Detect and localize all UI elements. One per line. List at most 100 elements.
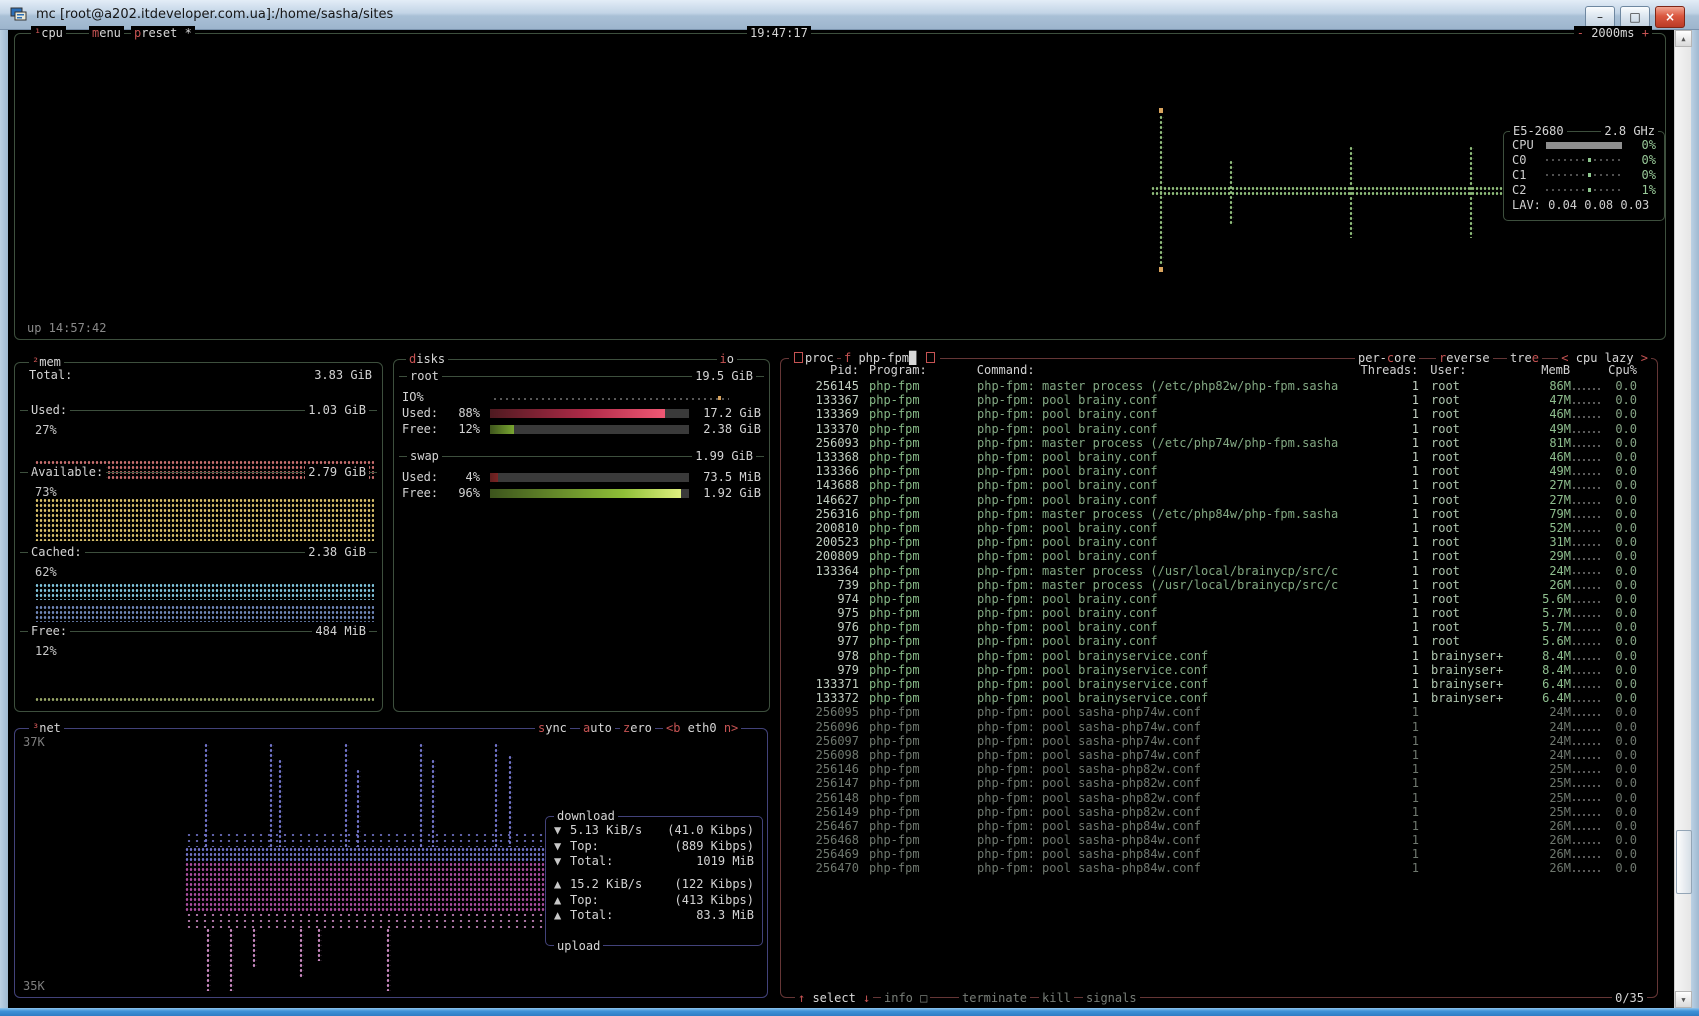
- process-row[interactable]: 256095php-fpmphp-fpm: pool sasha-php74w.…: [787, 705, 1651, 719]
- scrollbar-thumb[interactable]: [1676, 830, 1692, 894]
- memory-cell: 6.4M: [1523, 691, 1571, 705]
- memory-cell: 81M: [1523, 436, 1571, 450]
- process-row[interactable]: 256149php-fpmphp-fpm: pool sasha-php82w.…: [787, 805, 1651, 819]
- scroll-up-arrow-icon[interactable]: ▲: [1675, 30, 1692, 47]
- net-zero-button[interactable]: zero: [620, 721, 655, 735]
- process-row[interactable]: 200809php-fpmphp-fpm: pool brainy.conf1r…: [787, 549, 1651, 563]
- pid-cell: 739: [787, 578, 859, 592]
- process-row[interactable]: 256145php-fpmphp-fpm: master process (/e…: [787, 379, 1651, 393]
- process-row[interactable]: 256146php-fpmphp-fpm: pool sasha-php82w.…: [787, 762, 1651, 776]
- process-row[interactable]: 979php-fpmphp-fpm: pool brainyservice.co…: [787, 663, 1651, 677]
- user-cell: root: [1419, 450, 1523, 464]
- process-row[interactable]: 256147php-fpmphp-fpm: pool sasha-php82w.…: [787, 776, 1651, 790]
- command-cell: php-fpm: pool brainy.conf: [977, 521, 1339, 535]
- cpu-column-header[interactable]: Cpu%: [1608, 363, 1651, 377]
- reverse-toggle[interactable]: reverse: [1436, 351, 1493, 365]
- process-row[interactable]: 256148php-fpmphp-fpm: pool sasha-php82w.…: [787, 790, 1651, 804]
- cpu-box-title[interactable]: ¹cpu: [31, 26, 66, 40]
- process-row[interactable]: 256097php-fpmphp-fpm: pool sasha-php74w.…: [787, 734, 1651, 748]
- cpu-cell: 0.0: [1609, 407, 1651, 421]
- upload-spike: [299, 928, 304, 979]
- process-row[interactable]: 200810php-fpmphp-fpm: pool brainy.conf1r…: [787, 521, 1651, 535]
- cpu-usage-bar: [1546, 142, 1622, 149]
- terminal-scrollbar[interactable]: ▲ ▼: [1674, 30, 1691, 1008]
- core-usage-meter: [1546, 174, 1622, 176]
- menu-button[interactable]: menu: [89, 26, 124, 40]
- proc-box-title[interactable]: proc: [789, 351, 837, 365]
- command-cell: php-fpm: pool brainy.conf: [977, 422, 1339, 436]
- net-sync-button[interactable]: sync: [535, 721, 570, 735]
- process-row[interactable]: 133370php-fpmphp-fpm: pool brainy.conf1r…: [787, 422, 1651, 436]
- minimize-button[interactable]: –: [1585, 6, 1615, 28]
- process-row[interactable]: 256316php-fpmphp-fpm: master process (/e…: [787, 507, 1651, 521]
- per-core-toggle[interactable]: per-core: [1355, 351, 1419, 365]
- info-button[interactable]: info □: [881, 991, 930, 1005]
- process-row[interactable]: 977php-fpmphp-fpm: pool brainy.conf1root…: [787, 634, 1651, 648]
- process-row[interactable]: 133366php-fpmphp-fpm: pool brainy.conf1r…: [787, 464, 1651, 478]
- memory-mini-graph: [1571, 493, 1609, 507]
- process-row[interactable]: 974php-fpmphp-fpm: pool brainy.conf1root…: [787, 592, 1651, 606]
- disks-box-title[interactable]: disks: [406, 352, 448, 366]
- user-column-header[interactable]: User:: [1418, 363, 1522, 377]
- mem-box-title[interactable]: ²mem: [29, 355, 64, 369]
- process-row[interactable]: 256467php-fpmphp-fpm: pool sasha-php84w.…: [787, 819, 1651, 833]
- up-arrow-icon: ▲: [554, 908, 570, 923]
- terminate-button[interactable]: terminate: [959, 991, 1030, 1005]
- process-row[interactable]: 133372php-fpmphp-fpm: pool brainyservice…: [787, 691, 1651, 705]
- threads-column-header[interactable]: Threads:: [1338, 363, 1418, 377]
- memory-mini-graph: [1571, 847, 1609, 861]
- program-column-header[interactable]: Program:: [859, 363, 977, 377]
- net-interface-selector[interactable]: <b eth0 n>: [663, 721, 741, 735]
- process-row[interactable]: 256096php-fpmphp-fpm: pool sasha-php74w.…: [787, 720, 1651, 734]
- process-row[interactable]: 976php-fpmphp-fpm: pool brainy.conf1root…: [787, 620, 1651, 634]
- maximize-button[interactable]: □: [1620, 6, 1650, 28]
- close-button[interactable]: ×: [1655, 6, 1685, 28]
- process-row[interactable]: 256470php-fpmphp-fpm: pool sasha-php84w.…: [787, 861, 1651, 875]
- user-cell: root: [1419, 493, 1523, 507]
- process-row[interactable]: 133371php-fpmphp-fpm: pool brainyservice…: [787, 677, 1651, 691]
- process-row[interactable]: 256098php-fpmphp-fpm: pool sasha-php74w.…: [787, 748, 1651, 762]
- process-row[interactable]: 143688php-fpmphp-fpm: pool brainy.conf1r…: [787, 478, 1651, 492]
- user-cell: brainyser+: [1419, 691, 1523, 705]
- process-row[interactable]: 256468php-fpmphp-fpm: pool sasha-php84w.…: [787, 833, 1651, 847]
- net-auto-button[interactable]: auto: [580, 721, 615, 735]
- memory-cell: 49M: [1523, 422, 1571, 436]
- pid-column-header[interactable]: Pid:: [787, 363, 859, 377]
- command-cell: php-fpm: master process (/usr/local/brai…: [977, 578, 1339, 592]
- process-row[interactable]: 200523php-fpmphp-fpm: pool brainy.conf1r…: [787, 535, 1651, 549]
- memory-cell: 5.6M: [1523, 592, 1571, 606]
- process-row[interactable]: 256093php-fpmphp-fpm: master process (/e…: [787, 436, 1651, 450]
- cpu-cell: 0.0: [1609, 634, 1651, 648]
- program-cell: php-fpm: [859, 677, 977, 691]
- window-titlebar[interactable]: mc [root@a202.itdeveloper.com.ua]:/home/…: [0, 0, 1699, 30]
- process-row[interactable]: 133368php-fpmphp-fpm: pool brainy.conf1r…: [787, 450, 1651, 464]
- program-cell: php-fpm: [859, 691, 977, 705]
- sort-selector[interactable]: < cpu lazy >: [1558, 351, 1651, 365]
- process-count: 0/35: [1612, 991, 1647, 1005]
- process-row[interactable]: 975php-fpmphp-fpm: pool brainy.conf1root…: [787, 606, 1651, 620]
- mem-available-label: Available:: [28, 465, 106, 479]
- io-mode-button[interactable]: io: [717, 352, 737, 366]
- preset-button[interactable]: preset *: [131, 26, 195, 40]
- threads-cell: 1: [1339, 436, 1419, 450]
- process-row[interactable]: 739php-fpmphp-fpm: master process (/usr/…: [787, 578, 1651, 592]
- select-hint[interactable]: ↑ select ↓: [795, 991, 873, 1005]
- process-row[interactable]: 978php-fpmphp-fpm: pool brainyservice.co…: [787, 649, 1651, 663]
- scroll-down-arrow-icon[interactable]: ▼: [1675, 991, 1692, 1008]
- process-row[interactable]: 146627php-fpmphp-fpm: pool brainy.conf1r…: [787, 493, 1651, 507]
- process-filter-input[interactable]: f php-fpm█: [841, 351, 940, 365]
- download-title: download: [554, 809, 618, 823]
- process-row[interactable]: 133364php-fpmphp-fpm: master process (/u…: [787, 563, 1651, 577]
- process-row[interactable]: 133369php-fpmphp-fpm: pool brainy.conf1r…: [787, 407, 1651, 421]
- update-interval-control[interactable]: - 2000ms +: [1574, 26, 1652, 40]
- kill-button[interactable]: kill: [1039, 991, 1074, 1005]
- memory-mini-graph: [1571, 705, 1609, 719]
- tree-toggle[interactable]: tree: [1507, 351, 1542, 365]
- command-column-header[interactable]: Command:: [977, 363, 1339, 377]
- process-row[interactable]: 133367php-fpmphp-fpm: pool brainy.conf1r…: [787, 393, 1651, 407]
- memory-column-header[interactable]: MemB: [1522, 363, 1570, 377]
- net-box-title[interactable]: ³net: [29, 721, 64, 735]
- upload-speed: 15.2 KiB/s: [570, 877, 642, 892]
- signals-button[interactable]: signals: [1083, 991, 1140, 1005]
- process-row[interactable]: 256469php-fpmphp-fpm: pool sasha-php84w.…: [787, 847, 1651, 861]
